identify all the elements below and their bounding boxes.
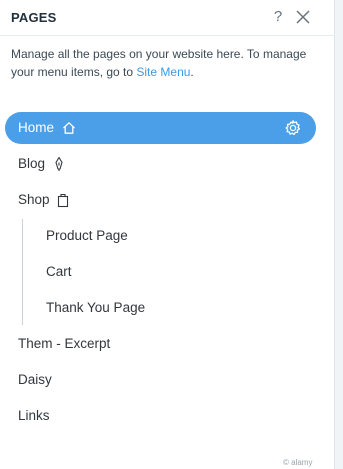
- close-button[interactable]: [294, 8, 312, 26]
- page-item-label: Shop: [18, 192, 50, 207]
- panel-title: PAGES: [11, 10, 57, 25]
- page-item-shop[interactable]: Shop: [5, 184, 316, 216]
- pen-icon: [55, 156, 63, 171]
- page-item-label: Them - Excerpt: [18, 336, 111, 351]
- description-end: .: [190, 65, 194, 79]
- panel-edge-strip: [335, 0, 343, 469]
- page-item-label: Links: [18, 408, 50, 423]
- page-item-label: Daisy: [18, 372, 52, 387]
- page-item-label: Home: [18, 120, 55, 135]
- page-item-label: Cart: [46, 264, 72, 279]
- page-item-product-page[interactable]: Product Page: [5, 220, 316, 252]
- home-icon: [63, 122, 75, 134]
- page-item-cart[interactable]: Cart: [5, 256, 316, 288]
- page-item-blog[interactable]: Blog: [5, 148, 316, 180]
- page-item-label: Product Page: [46, 228, 128, 243]
- help-button[interactable]: ?: [269, 7, 287, 27]
- close-icon: [296, 10, 310, 24]
- watermark: © alamy: [283, 458, 313, 467]
- page-item-thank-you-page[interactable]: Thank You Page: [5, 292, 316, 324]
- page-item-home[interactable]: Home: [5, 112, 316, 144]
- page-item-label: Thank You Page: [46, 300, 146, 315]
- page-item-label: Blog: [18, 156, 46, 171]
- page-settings-gear-icon[interactable]: [284, 119, 302, 137]
- pages-panel: PAGES ? Manage all the pages on your web…: [0, 0, 335, 469]
- panel-description: Manage all the pages on your website her…: [11, 45, 323, 81]
- site-menu-link[interactable]: Site Menu: [136, 65, 190, 79]
- shopping-bag-icon: [57, 193, 69, 208]
- page-item-links[interactable]: Links: [5, 400, 316, 432]
- page-item-daisy[interactable]: Daisy: [5, 364, 316, 396]
- page-item-them-excerpt[interactable]: Them - Excerpt: [5, 328, 316, 360]
- panel-header: PAGES ?: [0, 0, 335, 36]
